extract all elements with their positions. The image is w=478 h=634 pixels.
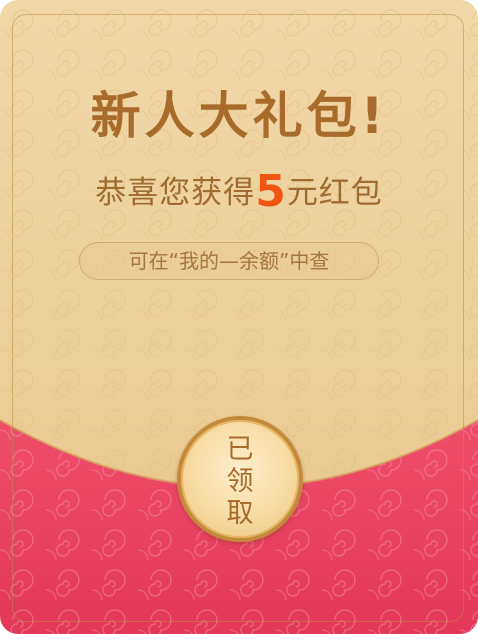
red-envelope-card: 新人大礼包! 恭喜您获得5元红包 可在“我的—余额”中查 已 领 取 (0, 0, 478, 634)
reward-amount: 5 (255, 166, 287, 217)
claim-char-3: 取 (226, 498, 254, 529)
page-title: 新人大礼包! (90, 87, 388, 145)
balance-hint: 可在“我的—余额”中查 (79, 242, 379, 280)
reward-subtitle: 恭喜您获得5元红包 (0, 166, 478, 217)
claim-button-label: 已 领 取 (181, 434, 299, 530)
subtitle-prefix: 恭喜您获得 (95, 175, 256, 211)
claim-button[interactable]: 已 领 取 (177, 416, 303, 542)
claim-char-1: 已 (226, 434, 254, 465)
claim-char-2: 领 (226, 466, 254, 497)
subtitle-suffix: 元红包 (286, 175, 383, 211)
